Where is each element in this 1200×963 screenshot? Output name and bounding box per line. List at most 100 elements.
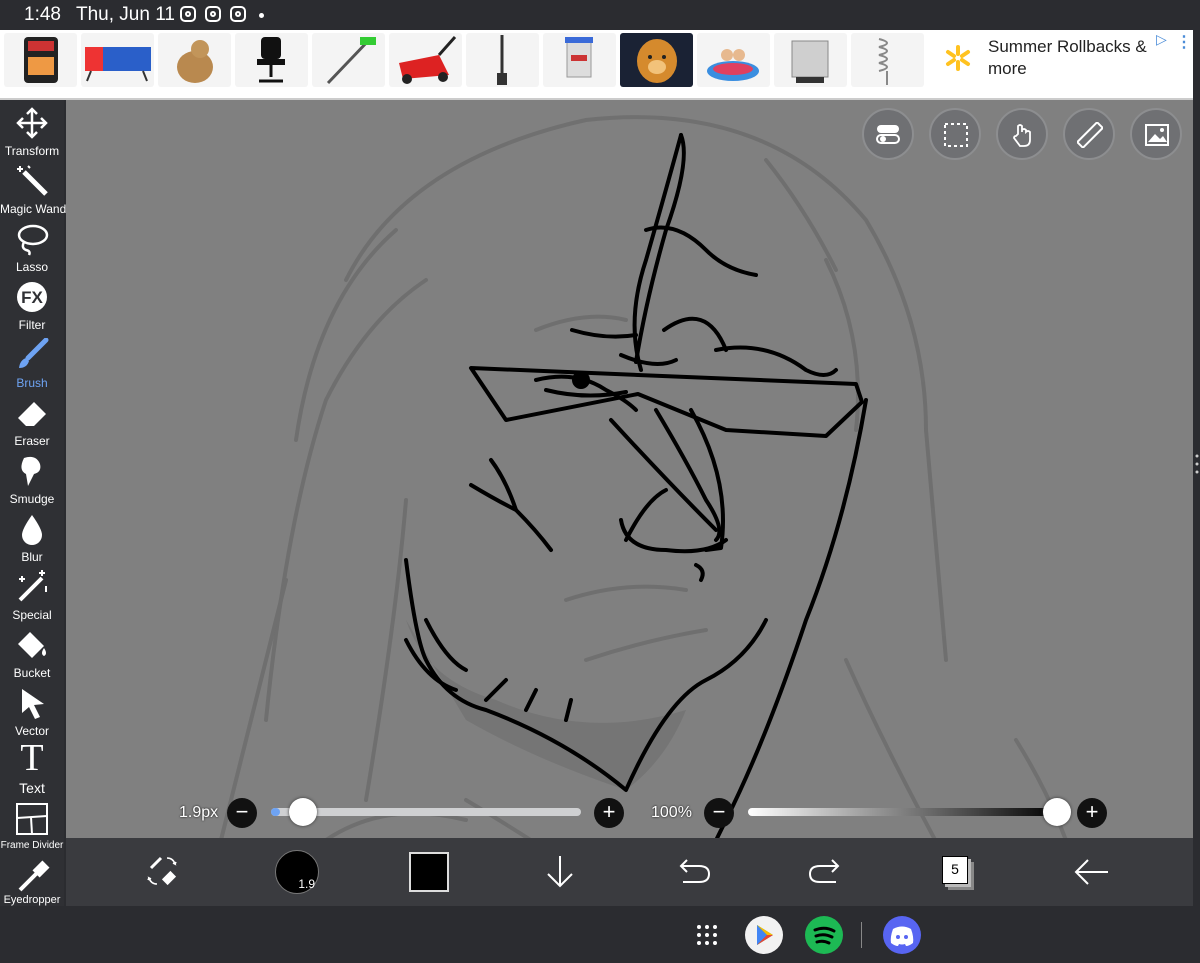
opacity-thumb[interactable] [1043,798,1071,826]
opacity-increase-button[interactable]: + [1077,798,1107,828]
tool-text[interactable]: T Text [0,737,64,798]
opacity-decrease-button[interactable]: − [704,798,734,828]
tool-brush[interactable]: Brush [0,334,64,392]
brush-size-increase-button[interactable]: + [594,798,624,828]
eyedropper-icon [18,860,50,892]
fx-text: FX [21,288,43,307]
ad-product-tile[interactable] [235,33,308,87]
magic-wand-icon [17,165,48,196]
tool-bucket[interactable]: Bucket [0,624,64,682]
undo-button[interactable] [669,848,717,896]
ad-product-tile[interactable] [81,33,154,87]
brush-size-indicator[interactable]: 1.9 [275,850,319,894]
opacity-slider[interactable] [748,808,1058,816]
ad-product-tile[interactable] [851,33,924,87]
arrow-down-icon [547,856,573,888]
brush-size-thumb[interactable] [289,798,318,826]
toggle-button[interactable] [862,108,914,160]
tool-transform[interactable]: Transform [0,102,64,160]
tool-magic-wand[interactable]: Magic Wand [0,160,67,218]
ad-menu-icon[interactable]: ⋮ [1176,32,1192,52]
reference-image-button[interactable] [1130,108,1182,160]
redo-button[interactable] [802,848,850,896]
swap-brush-eraser-button[interactable] [139,848,187,896]
ad-product-tile[interactable] [4,33,77,87]
instagram-icon [180,6,196,22]
tool-frame-divider[interactable]: Frame Divider [0,798,64,856]
sparkle-wand-icon [18,570,47,602]
play-store-icon [757,925,773,945]
layers-button[interactable]: 5 [942,856,968,884]
more-notifications-dot [259,13,264,18]
ruler-button[interactable] [1063,108,1115,160]
instagram-icon [205,6,221,22]
tool-lasso[interactable]: Lasso [0,218,64,276]
tool-label: Eyedropper [3,894,61,906]
bucket-icon [18,632,46,658]
slider-row: 1.9px − + 100% − + [66,796,1193,836]
app-drawer-icon[interactable] [696,924,718,946]
selection-icon [944,123,968,147]
ad-headline[interactable]: Summer Rollbacks & more [988,36,1153,80]
brush-size-value: 1.9 [298,877,315,891]
spotify-app[interactable] [805,916,843,954]
discord-app[interactable] [883,916,921,954]
instagram-icon [230,6,246,22]
discord-icon [890,926,914,946]
lasso-icon [17,224,49,256]
tool-blur[interactable]: Blur [0,508,64,566]
tool-label: Brush [16,376,48,390]
brush-size-decrease-button[interactable]: − [227,798,257,828]
tool-smudge[interactable]: Smudge [0,450,64,508]
drawing-canvas[interactable] [66,100,1193,906]
drag-handle-icon [1195,454,1199,474]
ad-banner[interactable]: Summer Rollbacks & more ▷ ⋮ [0,30,1193,100]
taskbar [0,906,1200,963]
tool-label: Smudge [9,492,55,506]
text-icon: T [20,737,44,779]
ad-product-tile[interactable] [466,33,539,87]
drop-icon [22,515,42,545]
tool-label: Bucket [13,666,51,680]
tool-label: Eraser [14,434,50,448]
clock: 1:48 [24,4,61,25]
edge-panel-handle[interactable] [1193,30,1200,906]
back-button[interactable] [1068,848,1116,896]
eraser-icon [18,402,46,426]
color-swatch[interactable] [409,852,449,892]
spotify-icon [813,926,836,945]
sketch-artwork [214,115,1088,906]
frame-divider-icon [16,803,48,835]
brush-size-slider[interactable] [271,808,581,816]
walmart-spark-icon [946,45,970,71]
status-bar: 1:48 Thu, Jun 11 [0,0,1200,30]
layer-down-button[interactable] [536,848,584,896]
tool-label: Magic Wand [0,202,67,216]
tool-vector[interactable]: Vector [0,682,64,740]
tool-special[interactable]: Special [0,566,64,624]
ad-product-tile[interactable] [697,33,770,87]
ad-choices-icon[interactable]: ▷ [1156,31,1167,48]
ad-product-tile[interactable] [389,33,462,87]
ad-product-tile[interactable] [158,33,231,87]
tool-label: Filter [18,318,46,332]
touch-button[interactable] [996,108,1048,160]
tool-filter[interactable]: FX Filter [0,276,64,334]
ad-product-tile[interactable] [620,33,693,87]
redo-icon [808,859,840,883]
image-icon [1145,124,1169,146]
taskbar-divider [861,922,862,948]
undo-icon [679,859,711,883]
tool-label: Transform [4,144,60,158]
play-store-app[interactable] [745,916,783,954]
tool-label: Text [19,780,45,796]
smudge-icon [21,456,41,486]
bottom-toolbar: 1.9 5 [66,838,1193,906]
tool-eraser[interactable]: Eraser [0,392,64,450]
selection-button[interactable] [929,108,981,160]
ad-product-tile[interactable] [774,33,847,87]
tool-label: Frame Divider [0,840,64,851]
date: Thu, Jun 11 [76,4,175,25]
ad-product-tile[interactable] [312,33,385,87]
ad-product-tile[interactable] [543,33,616,87]
